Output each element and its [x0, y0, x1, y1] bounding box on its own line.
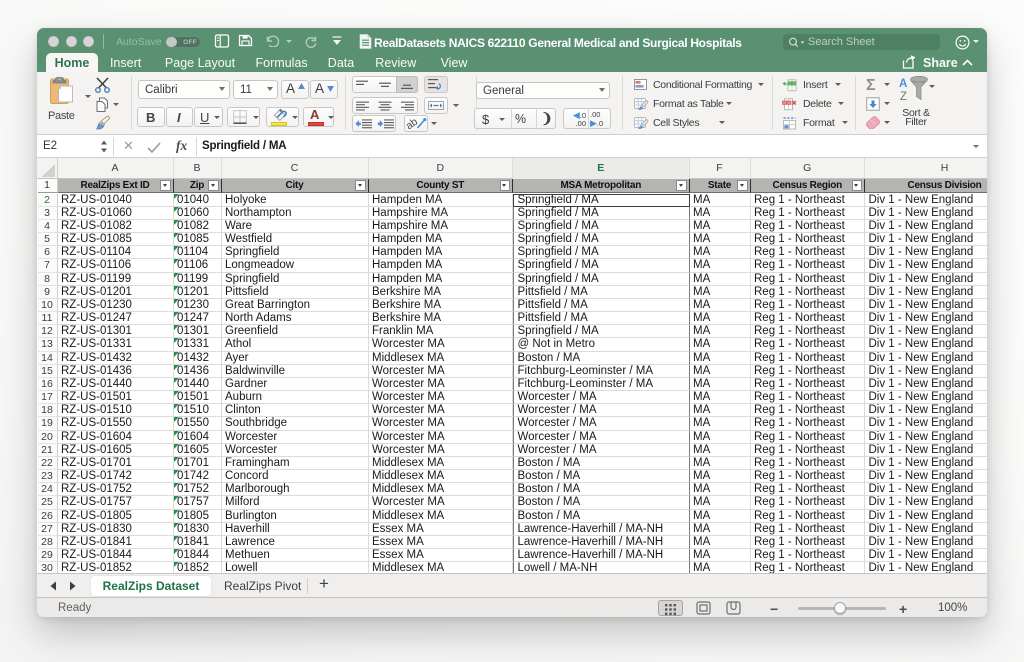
svg-text:A: A [899, 78, 907, 90]
svg-text:Z: Z [900, 91, 907, 103]
